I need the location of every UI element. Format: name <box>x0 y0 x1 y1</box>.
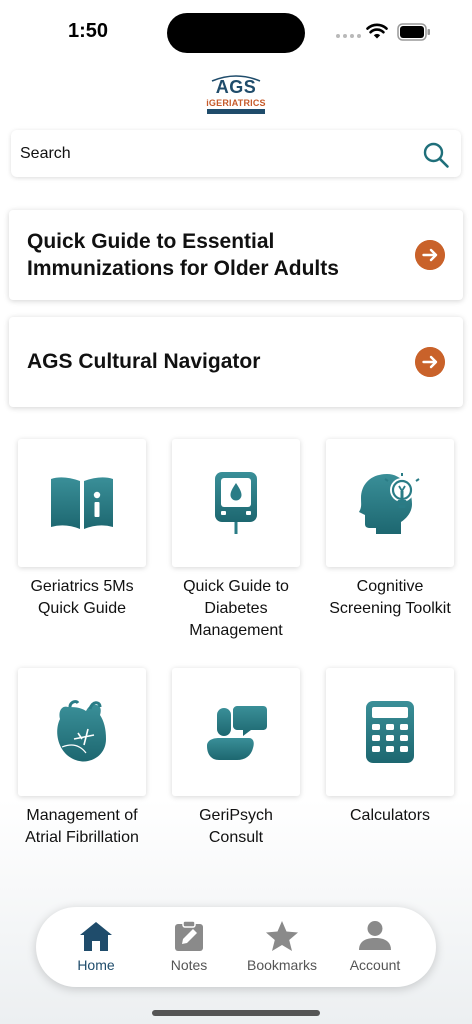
chat-bubbles-icon <box>207 706 267 760</box>
arrow-right-icon[interactable] <box>415 240 445 270</box>
arrow-right-icon[interactable] <box>415 347 445 377</box>
tile-label-line: Management of <box>26 807 138 824</box>
tile-cognitive-screening[interactable] <box>326 439 454 567</box>
search-bar[interactable] <box>11 130 461 177</box>
tile-calculators[interactable] <box>326 668 454 796</box>
tile-label-line: Atrial Fibrillation <box>25 829 139 846</box>
tile-label-line: Management <box>189 622 283 639</box>
tile-label-line: GeriPsych <box>199 807 273 824</box>
home-indicator[interactable] <box>152 1010 320 1016</box>
app-logo: AGS iGERIATRICS <box>206 74 266 116</box>
logo-subtitle: iGERIATRICS <box>206 98 266 108</box>
logo-text: AGS <box>215 77 257 97</box>
card-immunizations-guide[interactable]: Quick Guide to Essential Immunizations f… <box>9 210 463 300</box>
search-icon[interactable] <box>422 141 450 169</box>
glucose-meter-icon <box>215 472 257 534</box>
card-title: Quick Guide to Essential Immunizations f… <box>27 228 339 282</box>
tile-label-geriatrics-5ms: Geriatrics 5Ms Quick Guide <box>8 576 156 620</box>
cellular-signal-icon <box>336 34 361 38</box>
tab-label-notes: Notes <box>170 957 208 973</box>
book-icon <box>51 477 113 529</box>
wifi-icon <box>366 23 388 39</box>
battery-icon <box>397 23 430 41</box>
notes-icon <box>172 919 206 953</box>
tab-notes[interactable]: Notes <box>141 907 237 987</box>
logo-bar <box>207 109 265 114</box>
tile-label-line: Quick Guide to <box>183 578 289 595</box>
tile-label-line: Consult <box>208 829 264 846</box>
calculator-icon <box>366 701 414 763</box>
tile-label-line: Calculators <box>349 807 431 824</box>
head-lightbulb-icon <box>359 473 420 534</box>
tile-geriatrics-5ms[interactable] <box>18 439 146 567</box>
tab-bar: Home Notes Bookmarks Account <box>36 907 436 987</box>
tile-label-line: Quick Guide <box>37 600 127 617</box>
tab-bookmarks[interactable]: Bookmarks <box>234 907 330 987</box>
search-input[interactable] <box>20 140 400 168</box>
tile-label-diabetes-guide: Quick Guide to Diabetes Management <box>162 576 310 642</box>
tile-label-line: Cognitive <box>356 578 424 595</box>
home-icon <box>79 919 113 953</box>
tile-atrial-fibrillation[interactable] <box>18 668 146 796</box>
tile-label-atrial-fibrillation: Management of Atrial Fibrillation <box>8 805 156 849</box>
card-title-line-2: Immunizations for Older Adults <box>27 257 339 280</box>
tile-geripsych-consult[interactable] <box>172 668 300 796</box>
card-cultural-navigator[interactable]: AGS Cultural Navigator <box>9 317 463 407</box>
person-icon <box>358 919 392 953</box>
status-time: 1:50 <box>68 20 109 42</box>
star-icon <box>265 919 299 953</box>
tab-label-account: Account <box>349 957 401 973</box>
tab-label-bookmarks: Bookmarks <box>246 957 318 973</box>
tile-label-line: Diabetes <box>204 600 268 617</box>
tab-account[interactable]: Account <box>327 907 423 987</box>
tile-label-geripsych-consult: GeriPsych Consult <box>162 805 310 849</box>
tile-label-cognitive-screening: Cognitive Screening Toolkit <box>316 576 464 620</box>
heart-icon <box>57 700 106 762</box>
card-title: AGS Cultural Navigator <box>27 350 261 373</box>
tile-label-line: Screening Toolkit <box>329 600 451 617</box>
tile-diabetes-guide[interactable] <box>172 439 300 567</box>
tile-label-line: Geriatrics 5Ms <box>30 578 134 595</box>
tab-label-home: Home <box>77 957 115 973</box>
tile-label-calculators: Calculators <box>316 805 464 827</box>
tab-home[interactable]: Home <box>48 907 144 987</box>
dynamic-island <box>167 13 305 53</box>
card-title-line-1: Quick Guide to Essential <box>27 230 275 253</box>
status-bar: 1:50 <box>0 0 472 64</box>
